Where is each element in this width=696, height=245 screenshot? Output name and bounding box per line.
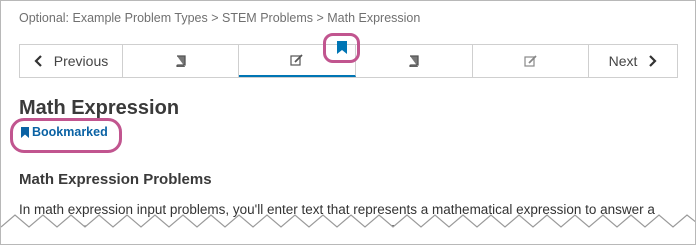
previous-label: Previous [53,53,109,69]
previous-button[interactable]: Previous [20,45,123,77]
page-title: Math Expression [19,97,180,119]
edit-icon [290,54,303,66]
edit-icon [523,55,537,67]
bookmark-indicator-icon [337,41,347,54]
section-heading: Math Expression Problems [19,171,212,188]
sequence-nav: Previous Next [19,44,678,78]
bookmark-status-label: Bookmarked [32,125,108,139]
bookmark-icon [21,126,29,138]
chevron-left-icon [34,55,42,67]
content-frame: Optional: Example Problem Types > STEM P… [0,0,696,245]
next-label: Next [608,53,638,69]
torn-edge-decoration [1,214,695,244]
next-button[interactable]: Next [589,45,677,77]
unit-tab-1[interactable] [123,45,239,77]
book-icon [175,55,186,67]
breadcrumb[interactable]: Optional: Example Problem Types > STEM P… [19,11,420,25]
bookmark-button[interactable]: Bookmarked [21,125,108,139]
book-icon [409,55,419,67]
chevron-right-icon [649,55,657,67]
unit-tab-3[interactable] [356,45,473,77]
unit-tab-4[interactable] [473,45,589,77]
